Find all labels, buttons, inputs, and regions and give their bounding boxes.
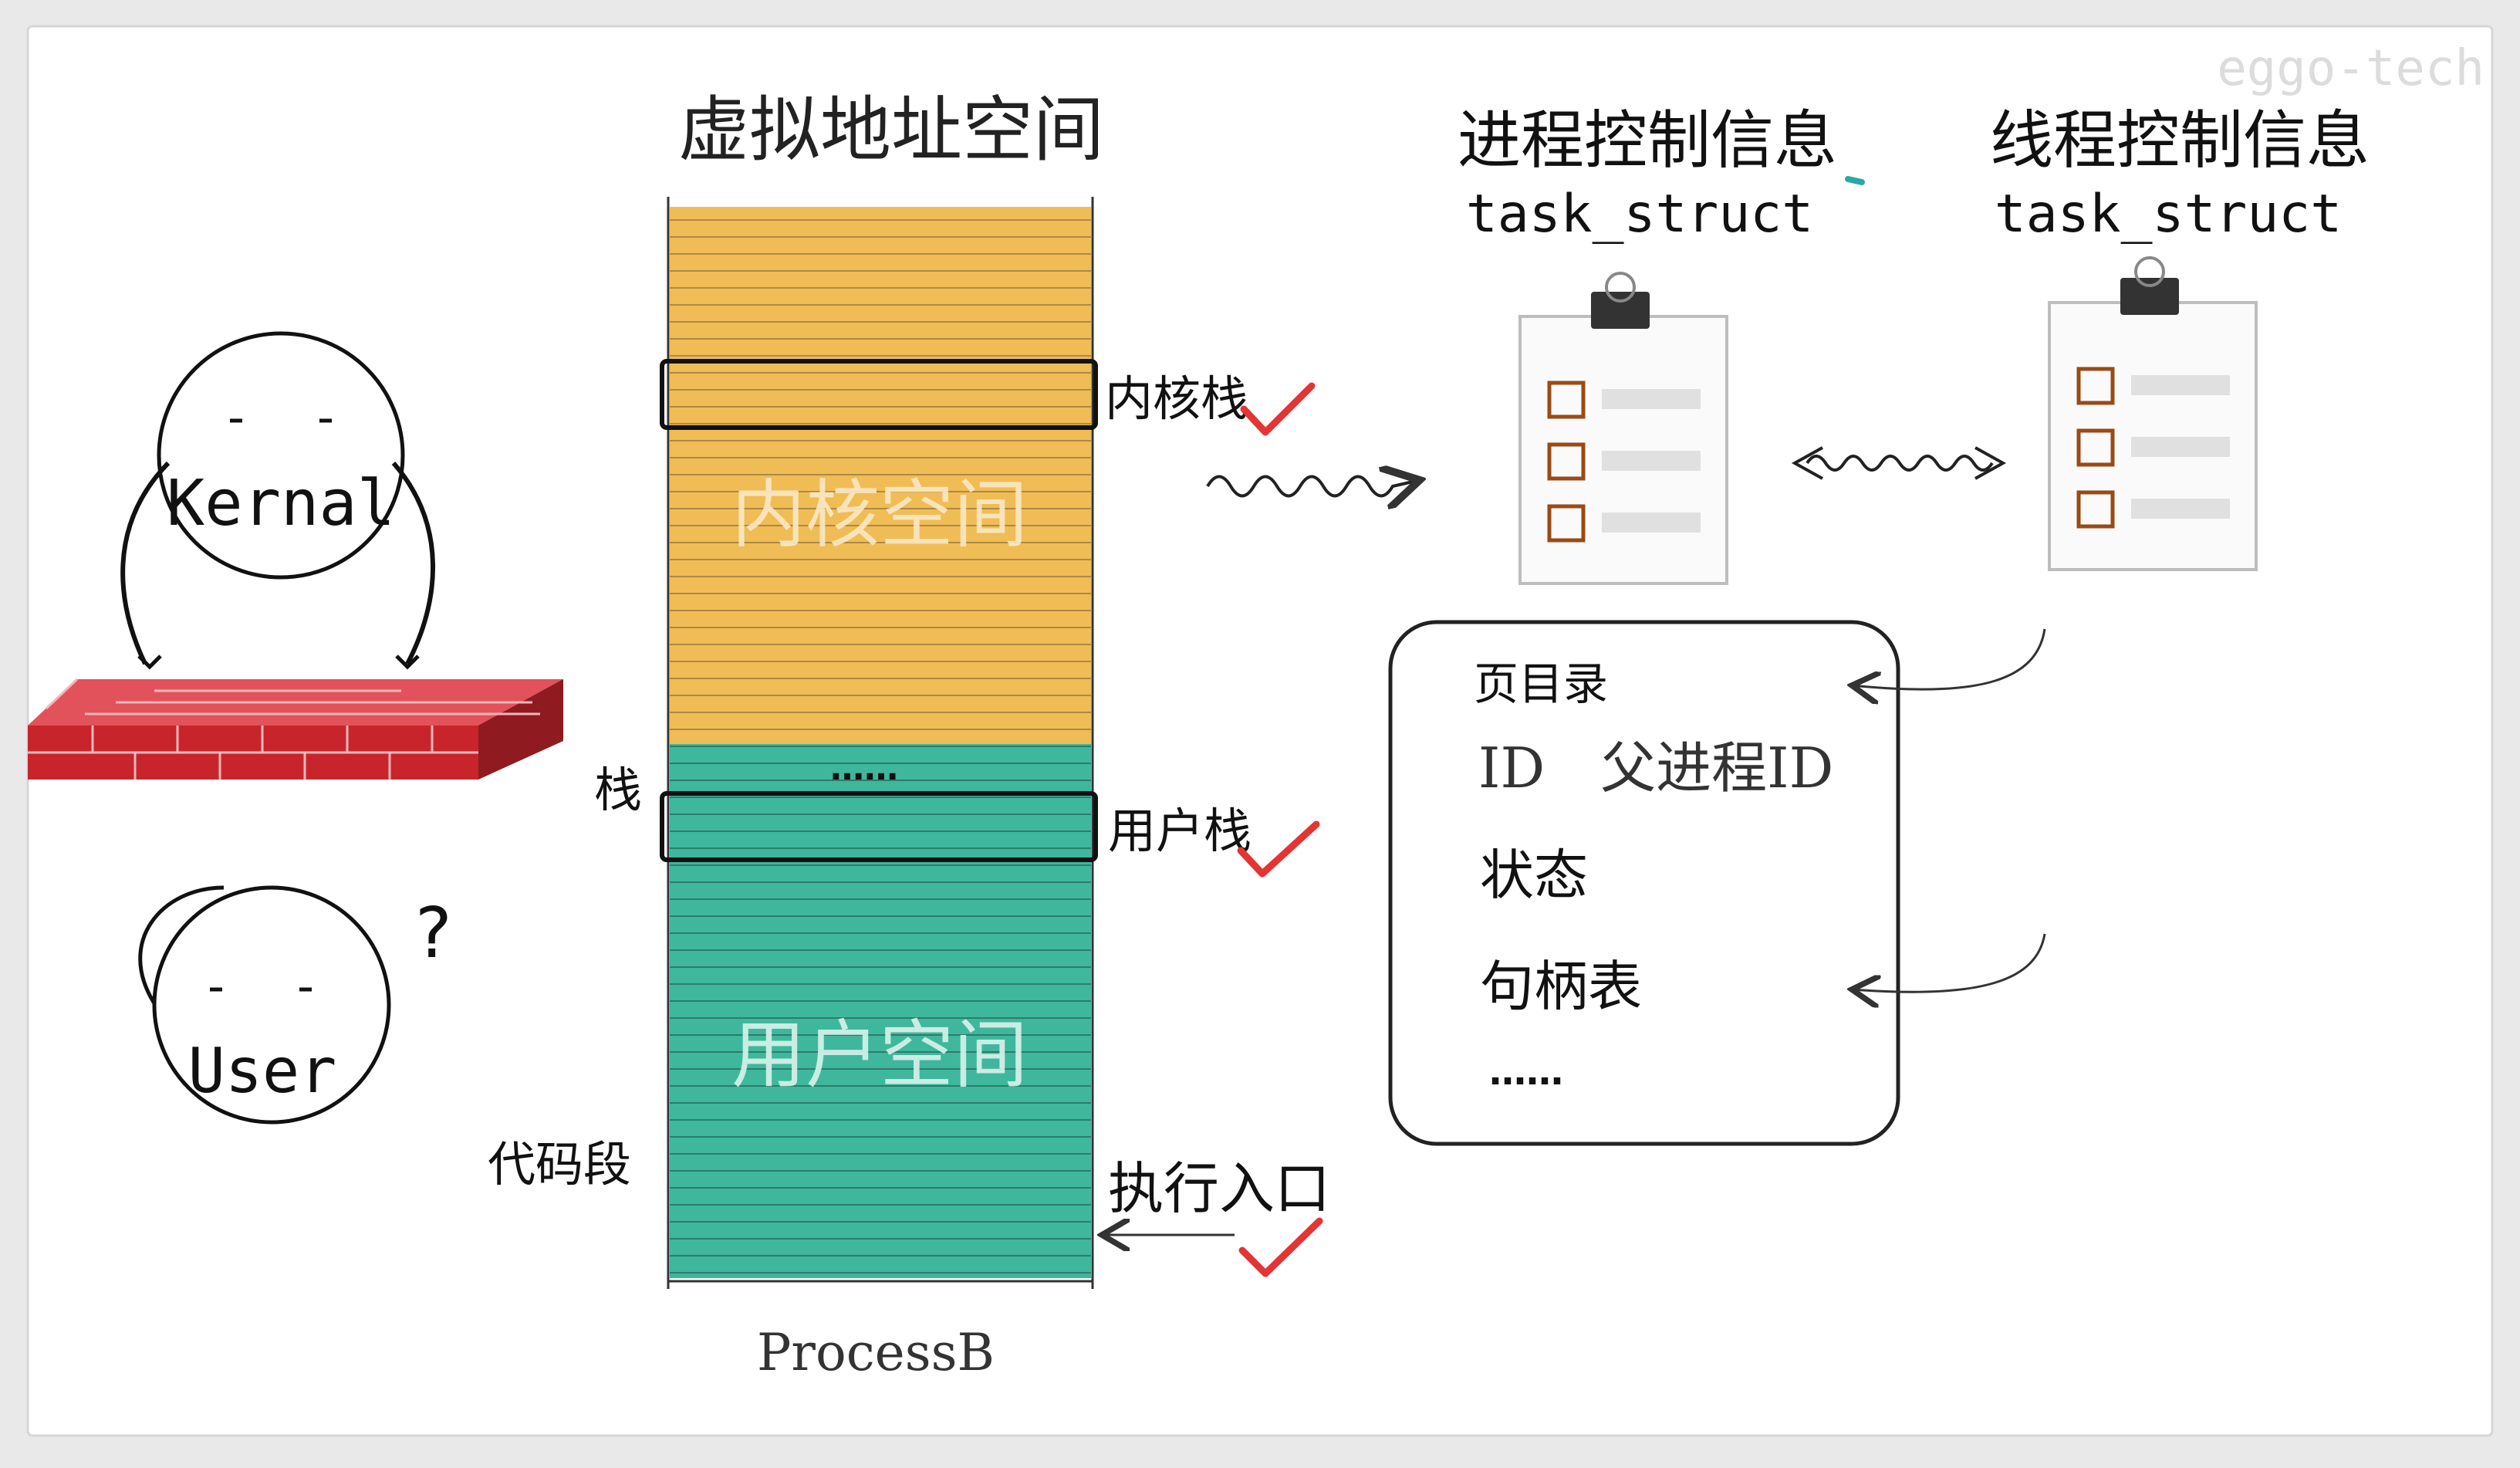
- info-item-state: 状态: [1480, 844, 1588, 907]
- info-box: [1388, 620, 1900, 1146]
- process-control-title: 进程控制信息: [1458, 104, 1837, 178]
- entry-point-label: 执行入口: [1108, 1156, 1330, 1221]
- kernel-space-label: 内核空间: [731, 472, 1028, 558]
- kernel-head: [157, 331, 405, 580]
- user-space-label: 用户空间: [731, 1012, 1028, 1098]
- ellipsis-dots: ……: [830, 749, 898, 788]
- info-item-page-directory: 页目录: [1474, 658, 1608, 710]
- info-item-handle-table: 句柄表: [1480, 955, 1642, 1018]
- stack-label: 栈: [594, 762, 642, 818]
- user-name: User: [188, 1035, 337, 1107]
- diagram-canvas: eggo-tech 虚拟地址空间 内核空间 用户空间 …… ProcessB 内…: [26, 25, 2494, 1437]
- process-name: ProcessB: [757, 1323, 995, 1382]
- clipboard-icon: [1518, 272, 1728, 585]
- brick-wall-icon: [28, 678, 563, 780]
- info-item-ellipsis: ……: [1489, 1050, 1563, 1094]
- user-space-stripes: [670, 744, 1091, 1278]
- kernel-name: Kernal: [167, 467, 395, 540]
- thread-control-subtitle: task_struct: [1995, 184, 2342, 245]
- user-stack-label: 用户栈: [1108, 803, 1252, 859]
- watermark: eggo-tech: [2217, 40, 2485, 97]
- kernel-stack-label: 内核栈: [1105, 370, 1248, 427]
- vas-title: 虚拟地址空间: [678, 89, 1104, 171]
- clipboard-icon: [2048, 256, 2258, 571]
- info-item-id: ID 父进程ID: [1478, 736, 1833, 800]
- accent-mark: [1845, 176, 1865, 185]
- code-segment-label: 代码段: [488, 1136, 631, 1192]
- question-mark: ?: [415, 893, 452, 974]
- slide: eggo-tech 虚拟地址空间 内核空间 用户空间 …… ProcessB 内…: [0, 0, 2520, 1465]
- process-control-subtitle: task_struct: [1466, 184, 1813, 245]
- thread-control-title: 线程控制信息: [1990, 104, 2370, 178]
